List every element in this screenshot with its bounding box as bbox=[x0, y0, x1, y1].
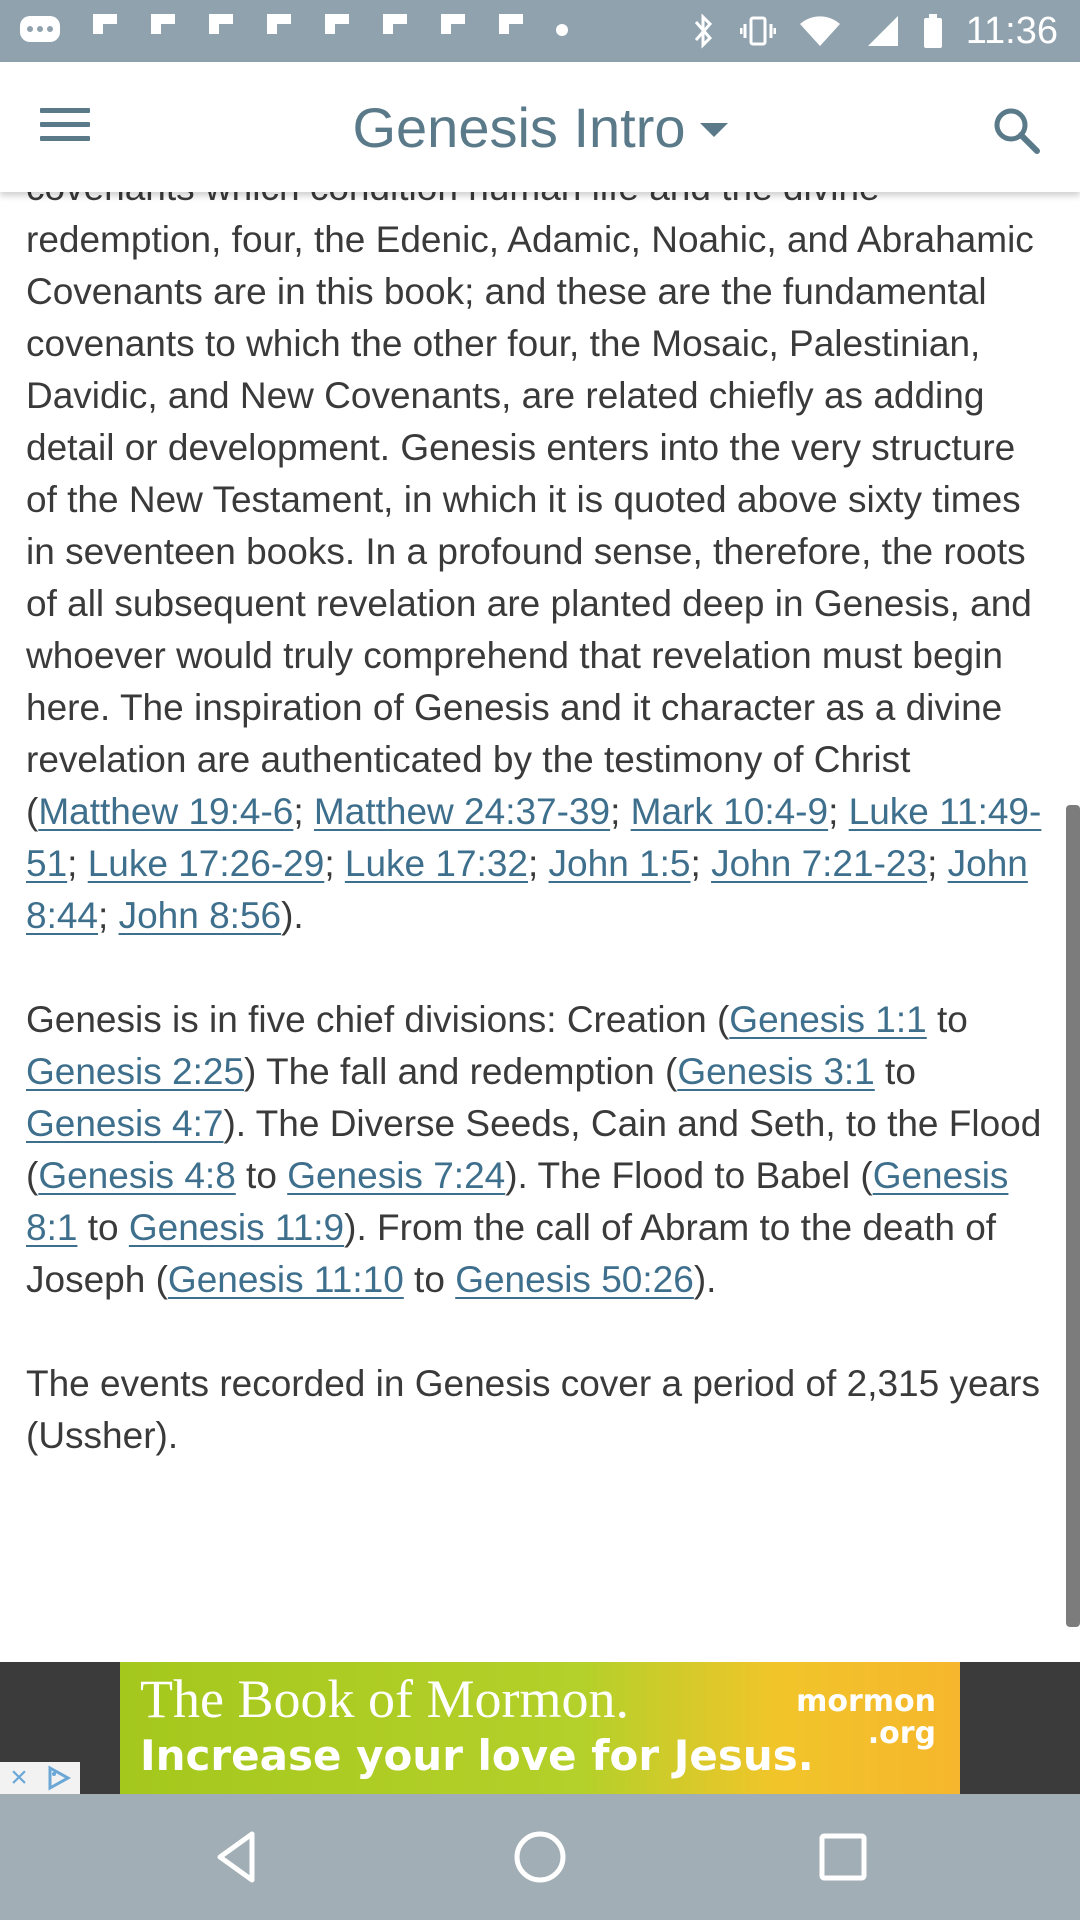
scripture-link[interactable]: Matthew 24:37-39 bbox=[314, 791, 610, 832]
scripture-link[interactable]: Genesis 11:9 bbox=[129, 1207, 344, 1248]
flipboard-icon bbox=[151, 14, 175, 34]
ad-headline: The Book of Mormon. bbox=[140, 1669, 629, 1729]
clock: 11:36 bbox=[965, 10, 1058, 52]
scripture-link[interactable]: Luke 17:26-29 bbox=[88, 843, 325, 884]
scripture-link[interactable]: Genesis 4:7 bbox=[26, 1103, 223, 1144]
scripture-link[interactable]: Genesis 2:25 bbox=[26, 1051, 244, 1092]
scripture-link[interactable]: Mark 10:4-9 bbox=[631, 791, 828, 832]
flipboard-icon bbox=[267, 14, 291, 34]
flipboard-icon bbox=[209, 14, 233, 34]
hamburger-line bbox=[40, 136, 90, 141]
scripture-link[interactable]: John 8:56 bbox=[119, 895, 282, 936]
system-icons: 11:36 bbox=[688, 6, 1058, 56]
bluetooth-icon bbox=[694, 13, 712, 49]
scripture-link[interactable]: Matthew 19:4-6 bbox=[38, 791, 293, 832]
vibrate-icon bbox=[739, 16, 776, 46]
adchoices-icon[interactable] bbox=[38, 1762, 80, 1794]
scripture-link[interactable]: Genesis 4:8 bbox=[38, 1155, 235, 1196]
scripture-link[interactable]: Genesis 7:24 bbox=[287, 1155, 505, 1196]
ad-tagline: Increase your love for Jesus. bbox=[140, 1731, 814, 1780]
hamburger-line bbox=[40, 122, 90, 127]
chapter-title-dropdown[interactable]: Genesis Intro bbox=[352, 95, 728, 160]
app-bar: Genesis Intro bbox=[0, 62, 1080, 192]
partial-line: covenants which condition human life and… bbox=[26, 192, 1050, 214]
ad-creative[interactable]: The Book of Mormon. Increase your love f… bbox=[120, 1662, 960, 1794]
system-nav-bar bbox=[0, 1794, 1080, 1920]
intro-text-content[interactable]: covenants which condition human life and… bbox=[26, 192, 1050, 1632]
paragraph-divisions: Genesis is in five chief divisions: Crea… bbox=[26, 999, 1042, 1300]
battery-icon bbox=[923, 14, 942, 48]
scrollbar[interactable] bbox=[1066, 805, 1080, 1627]
flipboard-icon bbox=[441, 14, 465, 34]
scripture-link[interactable]: Genesis 1:1 bbox=[729, 999, 926, 1040]
flipboard-icon bbox=[325, 14, 349, 34]
ad-close-button[interactable]: × bbox=[0, 1762, 38, 1794]
paragraph-events: The events recorded in Genesis cover a p… bbox=[26, 1363, 1040, 1456]
recents-icon[interactable] bbox=[808, 1822, 878, 1892]
home-icon[interactable] bbox=[505, 1822, 575, 1892]
signal-icon bbox=[867, 16, 898, 46]
scripture-link[interactable]: Genesis 50:26 bbox=[455, 1259, 694, 1300]
scripture-link[interactable]: Luke 17:32 bbox=[345, 843, 528, 884]
ad-logo: mormon .org bbox=[796, 1684, 936, 1751]
scripture-link[interactable]: Genesis 3:1 bbox=[677, 1051, 874, 1092]
paragraph-covenants: redemption, four, the Edenic, Adamic, No… bbox=[26, 219, 1042, 936]
hamburger-line bbox=[40, 108, 90, 113]
scripture-link[interactable]: Genesis 11:10 bbox=[168, 1259, 404, 1300]
notification-icons bbox=[18, 10, 570, 48]
flipboard-icon bbox=[499, 14, 523, 34]
wifi-icon bbox=[799, 16, 840, 46]
scripture-link[interactable]: John 1:5 bbox=[549, 843, 691, 884]
status-bar: 11:36 bbox=[0, 0, 1080, 62]
back-icon[interactable] bbox=[202, 1822, 272, 1892]
page-title: Genesis Intro bbox=[352, 95, 686, 159]
caret-down-icon bbox=[699, 123, 728, 137]
flipboard-icon bbox=[93, 14, 117, 34]
chat-icon bbox=[20, 16, 60, 42]
dot-icon bbox=[556, 24, 568, 36]
scripture-link[interactable]: John 7:21-23 bbox=[711, 843, 927, 884]
ad-banner[interactable]: × The Book of Mormon. Increase your love… bbox=[0, 1662, 1080, 1794]
title-container: Genesis Intro bbox=[0, 62, 1080, 192]
menu-button[interactable] bbox=[40, 108, 90, 148]
search-icon[interactable] bbox=[990, 104, 1042, 156]
flipboard-icon bbox=[383, 14, 407, 34]
